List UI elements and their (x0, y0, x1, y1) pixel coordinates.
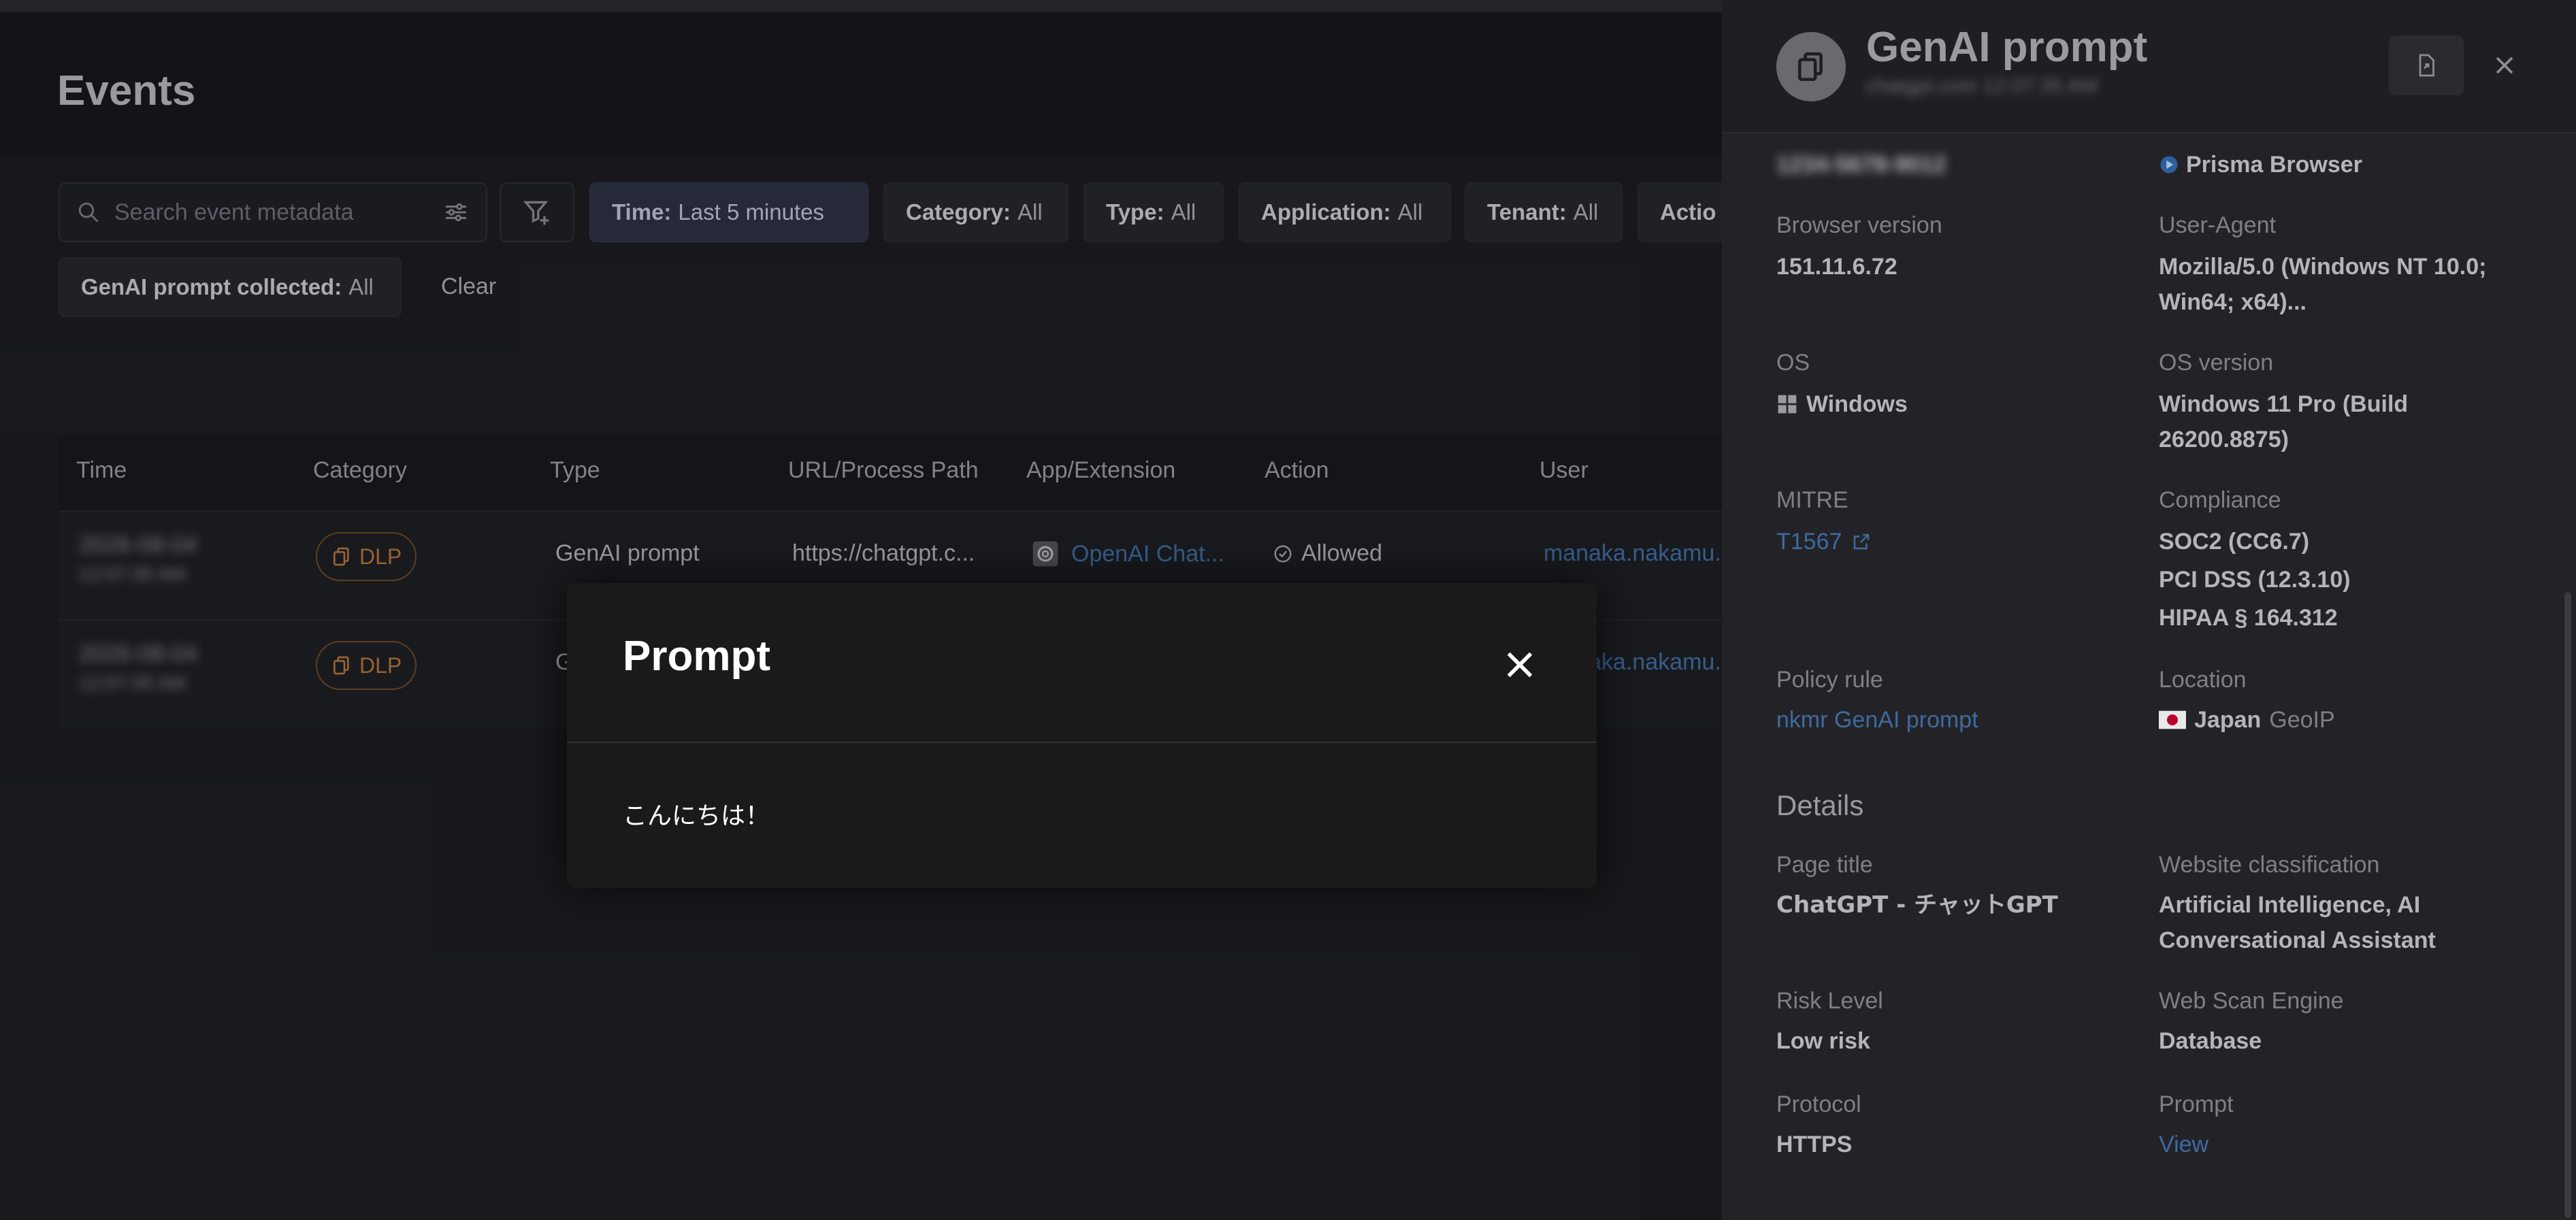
japan-flag-icon (2159, 710, 2186, 729)
location-value: Japan GeoIP (2159, 702, 2335, 738)
compliance-label: Compliance (2159, 487, 2281, 513)
location-label: Location (2159, 667, 2247, 693)
mitre-link[interactable]: T1567 (1776, 524, 1872, 559)
os-version-value-cont: 26200.8875) (2159, 427, 2289, 452)
os-label: OS (1776, 350, 1810, 376)
compliance-hipaa: HIPAA § 164.312 (2159, 605, 2338, 631)
page-title-label: Page title (1776, 852, 1873, 878)
modal-divider (567, 742, 1597, 743)
prompt-text: こんにちは！ (623, 802, 770, 830)
copy-icon (1798, 52, 1823, 82)
risk-level-value: Low risk (1776, 1028, 1870, 1054)
close-icon[interactable] (2490, 50, 2520, 80)
export-button[interactable] (2389, 35, 2464, 95)
prisma-browser-icon (2160, 156, 2178, 174)
os-value: Windows (1776, 386, 1908, 422)
browser-version-label: Browser version (1776, 212, 1942, 238)
event-type-icon (1776, 32, 1846, 101)
policy-rule-label: Policy rule (1776, 667, 1883, 693)
os-version-value: Windows 11 Pro (Build (2159, 391, 2409, 417)
page-title-value: ChatGPT - チャットGPT (1776, 891, 2058, 919)
user-agent-label: User-Agent (2159, 212, 2276, 238)
mitre-label: MITRE (1776, 487, 1848, 513)
user-agent-value-cont: Win64; x64)... (2159, 289, 2306, 315)
event-details-panel: GenAI prompt chatgpt.com 12:07:35 AM 123… (1722, 0, 2576, 1220)
prompt-modal: Prompt こんにちは！ (567, 583, 1597, 888)
os-version-label: OS version (2159, 350, 2274, 376)
details-heading: Details (1776, 789, 1864, 821)
prompt-label: Prompt (2159, 1091, 2234, 1117)
windows-icon (1778, 395, 1797, 414)
website-classification-value-cont: Conversational Assistant (2159, 927, 2436, 953)
protocol-value: HTTPS (1776, 1132, 1853, 1157)
modal-title: Prompt (623, 633, 770, 680)
browser-version-value: 151.11.6.72 (1776, 254, 1897, 280)
external-link-icon (1854, 533, 1870, 550)
website-classification-label: Website classification (2159, 852, 2380, 878)
panel-header: GenAI prompt chatgpt.com 12:07:35 AM (1722, 0, 2576, 133)
web-scan-engine-label: Web Scan Engine (2159, 988, 2344, 1014)
browser-name: Prisma Browser (2159, 147, 2362, 182)
web-scan-engine-value: Database (2159, 1028, 2262, 1054)
export-file-icon (2419, 54, 2434, 77)
risk-level-label: Risk Level (1776, 988, 1883, 1014)
blurred-id: 1234-5678-9012 (1776, 152, 1946, 178)
website-classification-value: Artificial Intelligence, AI (2159, 892, 2421, 918)
panel-subtitle: chatgpt.com 12:07:35 AM (1866, 75, 2098, 97)
user-agent-value: Mozilla/5.0 (Windows NT 10.0; (2159, 254, 2487, 280)
prompt-view-link[interactable]: View (2159, 1127, 2208, 1162)
panel-title: GenAI prompt (1866, 24, 2148, 71)
policy-rule-link[interactable]: nkmr GenAI prompt (1776, 702, 1978, 738)
compliance-soc2: SOC2 (CC6.7) (2159, 529, 2310, 555)
protocol-label: Protocol (1776, 1091, 1861, 1117)
close-icon[interactable] (1501, 646, 1539, 684)
panel-scrollbar[interactable] (2564, 592, 2571, 1218)
compliance-pci: PCI DSS (12.3.10) (2159, 567, 2351, 593)
